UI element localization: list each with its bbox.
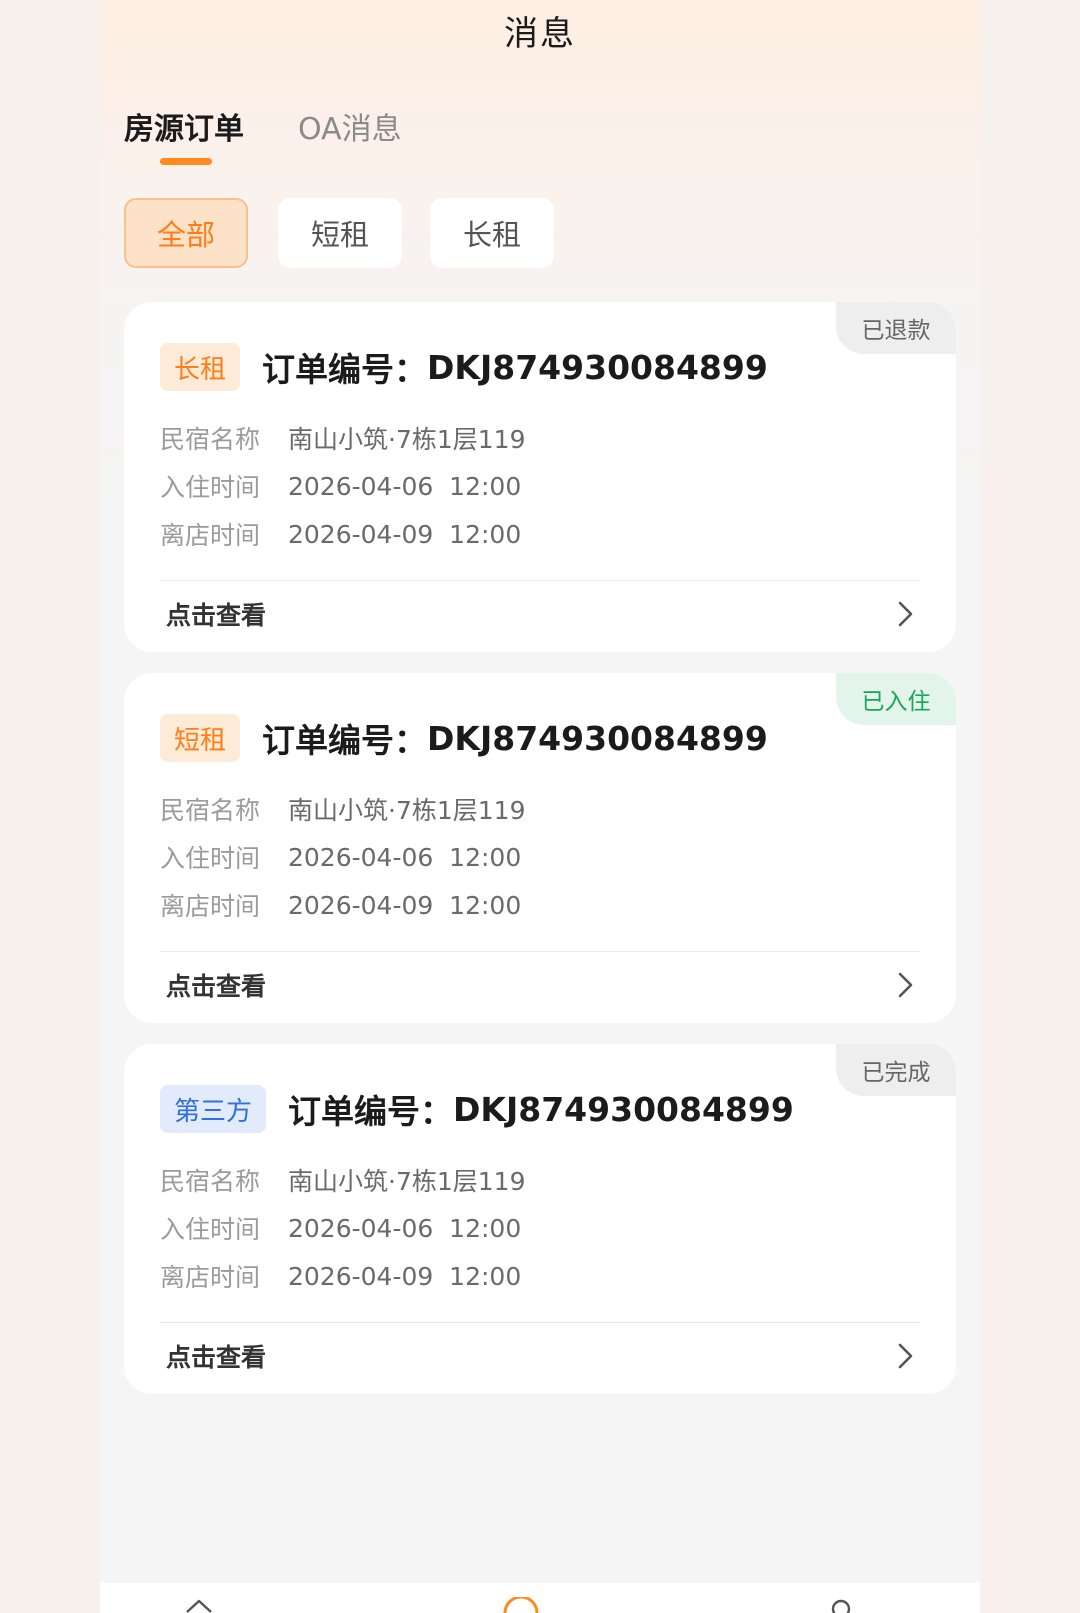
info-value: 南山小筑·7栋1层119: [288, 796, 526, 825]
info-label: 离店时间: [160, 892, 261, 921]
divider: [160, 1322, 920, 1323]
order-header: 长租 订单编号： DKJ874930084899: [160, 342, 768, 392]
info-row-homestay: 民宿名称 南山小筑·7栋1层119: [160, 414, 525, 462]
message-icon[interactable]: [502, 1595, 540, 1613]
view-details-row[interactable]: 点击查看: [166, 953, 920, 1017]
order-number: DKJ874930084899: [453, 1089, 794, 1129]
order-info: 民宿名称 南山小筑·7栋1层119 入住时间 2026-04-06 12:00 …: [160, 414, 525, 558]
info-label: 离店时间: [160, 521, 261, 550]
view-details-row[interactable]: 点击查看: [166, 1324, 920, 1388]
info-value: 2026-04-09 12:00: [288, 1261, 522, 1291]
info-row-checkout: 离店时间 2026-04-09 12:00: [160, 881, 525, 929]
order-card[interactable]: 已退款 长租 订单编号： DKJ874930084899 民宿名称 南山小筑·7…: [124, 302, 956, 652]
filter-short-rent-chip[interactable]: 短租: [278, 198, 402, 268]
info-row-checkin: 入住时间 2026-04-06 12:00: [160, 833, 525, 881]
order-number: DKJ874930084899: [427, 718, 768, 758]
info-label: 民宿名称: [160, 425, 261, 454]
status-badge: 已完成: [836, 1044, 956, 1096]
info-value: 2026-04-06 12:00: [288, 1213, 522, 1243]
status-badge: 已退款: [836, 302, 956, 354]
order-header: 短租 订单编号： DKJ874930084899: [160, 713, 768, 763]
bottom-nav-bar: [100, 1583, 980, 1613]
profile-icon[interactable]: [828, 1597, 854, 1613]
info-label: 民宿名称: [160, 1167, 261, 1196]
filter-all-chip[interactable]: 全部: [124, 198, 248, 268]
view-details-link[interactable]: 点击查看: [166, 1338, 266, 1374]
order-info: 民宿名称 南山小筑·7栋1层119 入住时间 2026-04-06 12:00 …: [160, 785, 525, 929]
tab-oa-messages[interactable]: OA消息: [298, 104, 402, 148]
info-label: 入住时间: [160, 473, 261, 502]
order-info: 民宿名称 南山小筑·7栋1层119 入住时间 2026-04-06 12:00 …: [160, 1156, 525, 1300]
rent-type-tag: 短租: [160, 714, 241, 762]
rent-type-tag: 长租: [160, 343, 241, 391]
app-screen: 消息 房源订单 OA消息 全部 短租 长租 已退款 长租 订单编号： DKJ87…: [100, 0, 980, 1613]
divider: [160, 951, 920, 952]
info-value: 南山小筑·7栋1层119: [288, 425, 526, 454]
info-label: 入住时间: [160, 1215, 261, 1244]
filter-long-rent-chip[interactable]: 长租: [430, 198, 554, 268]
order-number-label: 订单编号：: [262, 721, 428, 760]
status-badge: 已入住: [836, 673, 956, 725]
chevron-right-icon[interactable]: [892, 600, 920, 628]
order-card[interactable]: 已入住 短租 订单编号： DKJ874930084899 民宿名称 南山小筑·7…: [124, 673, 956, 1023]
chevron-right-icon[interactable]: [892, 1342, 920, 1370]
chevron-right-icon[interactable]: [892, 971, 920, 999]
order-card[interactable]: 已完成 第三方 订单编号： DKJ874930084899 民宿名称 南山小筑·…: [124, 1044, 956, 1394]
info-row-checkin: 入住时间 2026-04-06 12:00: [160, 1204, 525, 1252]
active-tab-indicator: [160, 158, 212, 165]
info-label: 入住时间: [160, 844, 261, 873]
divider: [160, 580, 920, 581]
info-value: 2026-04-06 12:00: [288, 842, 522, 872]
page-title: 消息: [504, 14, 576, 54]
rent-type-tag: 第三方: [160, 1085, 267, 1133]
info-value: 南山小筑·7栋1层119: [288, 1167, 526, 1196]
order-header: 第三方 订单编号： DKJ874930084899: [160, 1084, 794, 1134]
order-number-label: 订单编号：: [288, 1092, 454, 1131]
home-icon[interactable]: [184, 1597, 214, 1613]
order-number-label: 订单编号：: [262, 350, 428, 389]
order-number: DKJ874930084899: [427, 347, 768, 387]
view-details-link[interactable]: 点击查看: [166, 596, 266, 632]
info-row-checkin: 入住时间 2026-04-06 12:00: [160, 462, 525, 510]
info-label: 离店时间: [160, 1263, 261, 1292]
view-details-row[interactable]: 点击查看: [166, 582, 920, 646]
info-value: 2026-04-09 12:00: [288, 890, 522, 920]
info-row-checkout: 离店时间 2026-04-09 12:00: [160, 1252, 525, 1300]
info-row-homestay: 民宿名称 南山小筑·7栋1层119: [160, 1156, 525, 1204]
info-row-homestay: 民宿名称 南山小筑·7栋1层119: [160, 785, 525, 833]
info-row-checkout: 离店时间 2026-04-09 12:00: [160, 510, 525, 558]
info-value: 2026-04-09 12:00: [288, 519, 522, 549]
view-details-link[interactable]: 点击查看: [166, 967, 266, 1003]
info-label: 民宿名称: [160, 796, 261, 825]
tab-property-orders[interactable]: 房源订单: [124, 104, 244, 148]
info-value: 2026-04-06 12:00: [288, 471, 522, 501]
